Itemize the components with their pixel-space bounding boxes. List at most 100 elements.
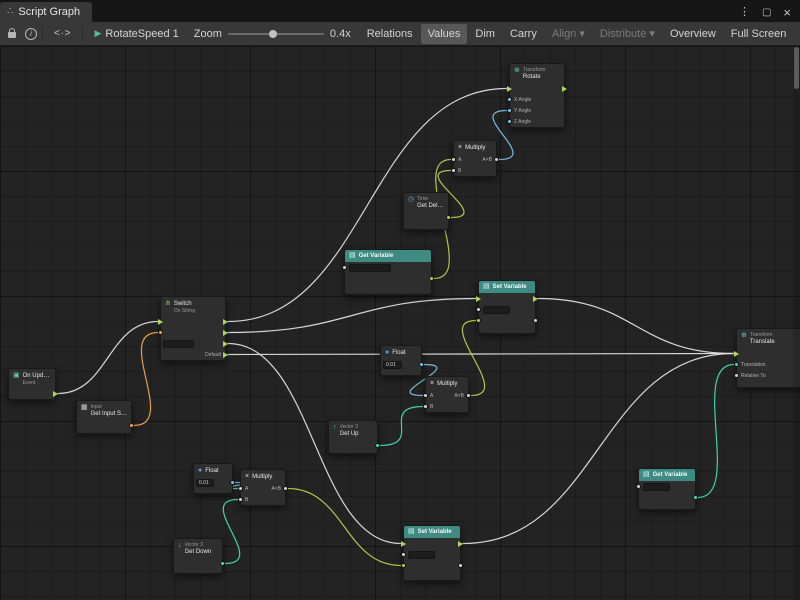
- lock-icon[interactable]: [8, 32, 16, 38]
- node-getvar-top[interactable]: ▤Get Variable: [344, 249, 432, 295]
- toolbar-button-distribute[interactable]: Distribute ▾: [593, 23, 662, 44]
- control-port[interactable]: [223, 319, 228, 325]
- info-icon[interactable]: i: [25, 28, 37, 40]
- value-port[interactable]: [476, 307, 481, 312]
- node-float-top[interactable]: ●Float0.01: [380, 345, 422, 376]
- inline-field[interactable]: [483, 306, 510, 314]
- window-menu-icon[interactable]: ⋮: [739, 7, 750, 18]
- value-port[interactable]: [423, 393, 428, 398]
- value-port[interactable]: [283, 486, 288, 491]
- control-port[interactable]: [476, 296, 481, 302]
- control-port[interactable]: [458, 541, 463, 547]
- value-port[interactable]: [451, 157, 456, 162]
- control-port[interactable]: [401, 541, 406, 547]
- toolbar-button-overview[interactable]: Overview: [663, 24, 723, 44]
- control-port[interactable]: [223, 352, 228, 358]
- value-port[interactable]: [230, 480, 235, 485]
- value-port[interactable]: [476, 318, 481, 323]
- node-float-bottom[interactable]: ●Float0.01: [193, 463, 233, 494]
- control-port[interactable]: [533, 296, 538, 302]
- zoom-value: 0.4x: [330, 28, 351, 40]
- node-translate[interactable]: ⊕TransformTranslateTranslationRelative T…: [736, 328, 800, 388]
- node-switch[interactable]: ⋔SwitchOn StringDefault: [160, 296, 226, 361]
- tab-title: Script Graph: [18, 6, 80, 18]
- value-port[interactable]: [446, 215, 451, 220]
- inline-field[interactable]: [349, 264, 391, 272]
- value-port[interactable]: [238, 497, 243, 502]
- node-multiply-mid[interactable]: ×MultiplyAA×BB: [425, 376, 469, 413]
- tab-script-graph[interactable]: ∴ Script Graph: [0, 2, 92, 22]
- value-port[interactable]: [158, 330, 163, 335]
- value-port[interactable]: [466, 393, 471, 398]
- inline-field[interactable]: 0.01: [196, 479, 214, 487]
- node-multiply-bottom[interactable]: ×MultiplyAA×BB: [240, 469, 286, 506]
- value-port[interactable]: [220, 561, 225, 566]
- node-rotate[interactable]: ⊕TransformRotateX AngleY AngleZ Angle: [509, 63, 565, 128]
- inline-field[interactable]: [408, 551, 435, 559]
- graph-canvas[interactable]: ⊕TransformRotateX AngleY AngleZ Angle ×Mu…: [0, 46, 800, 600]
- toolbar-button-align[interactable]: Align ▾: [545, 23, 592, 44]
- zoom-slider-thumb[interactable]: [269, 30, 277, 38]
- value-port[interactable]: [494, 157, 499, 162]
- vertical-scrollbar-thumb[interactable]: [794, 47, 799, 89]
- value-port[interactable]: [401, 563, 406, 568]
- vertical-scrollbar[interactable]: [793, 46, 800, 600]
- toolbar-button-carry[interactable]: Carry: [503, 24, 544, 44]
- control-port[interactable]: [223, 341, 228, 347]
- node-onupdate[interactable]: ▣On UpdateEvent: [8, 368, 56, 400]
- inline-field[interactable]: [163, 340, 194, 348]
- node-header: ↑Vector 3Get Up: [329, 421, 377, 440]
- control-port[interactable]: [53, 391, 58, 397]
- node-getup[interactable]: ↑Vector 3Get Up: [328, 420, 378, 454]
- node-multiply-top[interactable]: ×MultiplyAA×BB: [453, 140, 497, 177]
- keyboard-icon: ▦: [81, 404, 88, 412]
- node-setvar-bottom[interactable]: ▤Set Variable: [403, 525, 461, 581]
- control-port[interactable]: [562, 86, 567, 92]
- value-port[interactable]: [342, 265, 347, 270]
- titlebar[interactable]: ∴ Script Graph ⋮ ▢ ×: [0, 0, 800, 22]
- value-port[interactable]: [451, 168, 456, 173]
- value-port[interactable]: [507, 119, 512, 124]
- toolbar-button-values[interactable]: Values: [421, 24, 468, 44]
- monitor-icon: ▣: [13, 372, 20, 380]
- node-getinput[interactable]: ▦InputGet Input String: [76, 400, 132, 434]
- node-layer: ⊕TransformRotateX AngleY AngleZ Angle ×Mu…: [0, 46, 800, 600]
- node-getdown[interactable]: ↓Vector 3Get Down: [173, 538, 223, 574]
- control-port[interactable]: [507, 86, 512, 92]
- node-delta[interactable]: ◷TimeGet Delta Time: [403, 192, 449, 230]
- value-port[interactable]: [238, 486, 243, 491]
- value-port[interactable]: [734, 362, 739, 367]
- value-port[interactable]: [636, 484, 641, 489]
- value-port[interactable]: [401, 552, 406, 557]
- value-port[interactable]: [423, 404, 428, 409]
- value-port[interactable]: [419, 362, 424, 367]
- control-port[interactable]: [223, 330, 228, 336]
- value-port[interactable]: [734, 373, 739, 378]
- node-setvar-top[interactable]: ▤Set Variable: [478, 280, 536, 334]
- code-icon[interactable]: <∙>: [48, 28, 77, 39]
- switch-icon: ⋔: [165, 300, 171, 308]
- value-port[interactable]: [375, 443, 380, 448]
- port-row: AA×B: [454, 154, 496, 165]
- node-getvar-right[interactable]: ▤Get Variable: [638, 468, 696, 510]
- toolbar-button-full-screen[interactable]: Full Screen: [724, 24, 794, 44]
- toolbar-button-dim[interactable]: Dim: [468, 24, 502, 44]
- close-icon[interactable]: ×: [783, 7, 791, 18]
- value-port[interactable]: [507, 97, 512, 102]
- node-title: Multiply: [437, 380, 464, 388]
- value-port[interactable]: [129, 423, 134, 428]
- value-port[interactable]: [429, 276, 434, 281]
- value-port[interactable]: [693, 495, 698, 500]
- value-port[interactable]: [507, 108, 512, 113]
- control-port[interactable]: [734, 351, 739, 357]
- inline-field[interactable]: 0.01: [383, 361, 402, 369]
- value-port[interactable]: [458, 563, 463, 568]
- value-port[interactable]: [533, 318, 538, 323]
- node-title: Rotate: [523, 73, 560, 81]
- zoom-slider[interactable]: [228, 33, 324, 35]
- toolbar-button-relations[interactable]: Relations: [360, 24, 420, 44]
- control-port[interactable]: [158, 319, 163, 325]
- inline-field[interactable]: [643, 483, 670, 491]
- maximize-icon[interactable]: ▢: [762, 7, 771, 18]
- graph-breadcrumb[interactable]: ▶ RotateSpeed 1: [88, 28, 184, 40]
